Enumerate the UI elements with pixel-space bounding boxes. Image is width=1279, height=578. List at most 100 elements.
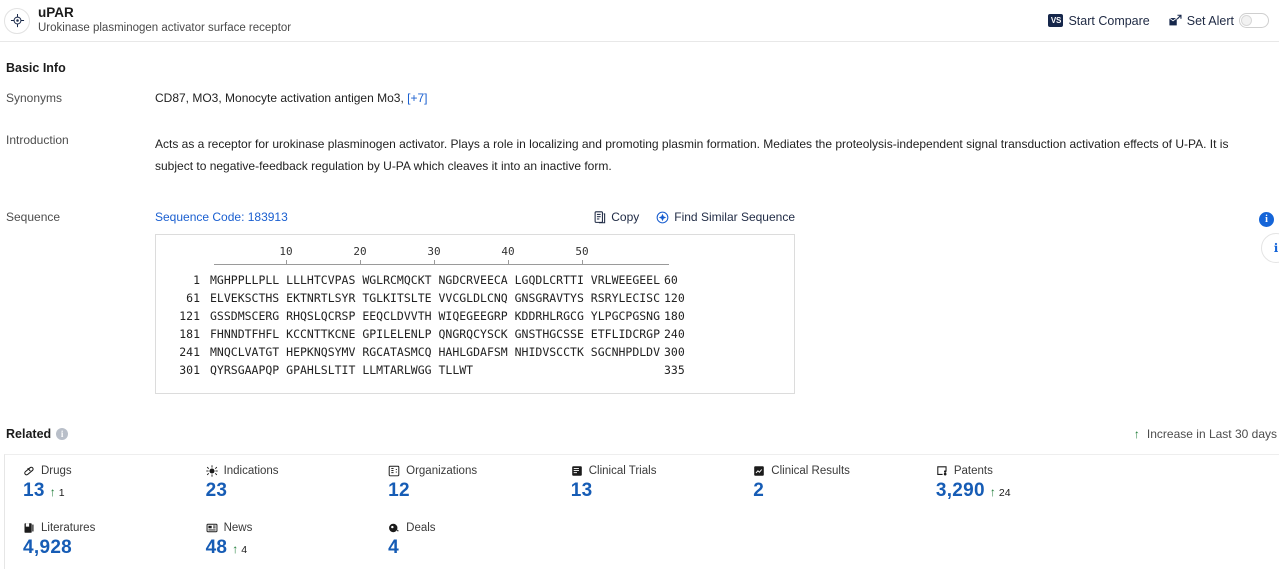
clinical-result-icon xyxy=(753,465,765,477)
ruler-tick-40: 40 xyxy=(501,245,515,258)
vs-icon: VS xyxy=(1048,14,1064,27)
related-bar: Related i ↑ Increase in Last 30 days xyxy=(4,427,1279,441)
ruler-tickmark xyxy=(508,260,509,265)
ruler-tick-30: 30 xyxy=(427,245,441,258)
building-icon xyxy=(388,465,400,477)
stat-head: Organizations xyxy=(388,465,553,477)
stat-head: Literatures xyxy=(23,522,188,534)
up-arrow-icon: ↑ xyxy=(1133,427,1140,441)
ruler-tickmark xyxy=(434,260,435,265)
sequence-line-end: 335 xyxy=(664,363,685,377)
ruler-tickmark xyxy=(360,260,361,265)
sequence-line-end: 180 xyxy=(664,309,685,323)
stat-value: 3,290 xyxy=(935,480,985,501)
basic-info-heading: Basic Info xyxy=(6,61,66,75)
stat-label: Deals xyxy=(406,522,436,534)
sequence-line: 301 QYRSGAAPQP GPAHLSLTIT LLMTARLWGG TLL… xyxy=(166,361,794,379)
up-arrow-icon: ↑ xyxy=(232,542,239,556)
stat-value-row: 3,290 ↑ 24 xyxy=(936,480,1101,502)
stat-value: 13 xyxy=(570,480,593,501)
sequence-line-start: 121 xyxy=(179,309,200,323)
toggle-knob xyxy=(1241,15,1252,26)
stat-card-drugs[interactable]: Drugs 13 ↑ 1 xyxy=(5,455,188,512)
sequence-lines: 1 MGHPPLLPLL LLLHTCVPAS WGLRCMQCKT NGDCR… xyxy=(156,271,794,379)
ruler-tickmark xyxy=(582,260,583,265)
synonyms-value: CD87, MO3, Monocyte activation antigen M… xyxy=(155,91,404,105)
increase-legend-label: Increase in Last 30 days xyxy=(1146,427,1277,441)
news-icon xyxy=(206,522,218,534)
stat-value-row: 23 xyxy=(206,480,371,502)
sequence-code[interactable]: Sequence Code: 183913 xyxy=(155,210,288,224)
stat-head: Clinical Trials xyxy=(571,465,736,477)
header-title-block: uPAR Urokinase plasminogen activator sur… xyxy=(38,5,291,36)
info-circle-icon[interactable]: ℹ xyxy=(1261,233,1279,263)
stat-card-clinical-results[interactable]: Clinical Results 2 xyxy=(735,455,918,512)
stat-card-indications[interactable]: Indications 23 xyxy=(188,455,371,512)
start-compare-button[interactable]: VS Start Compare xyxy=(1048,13,1150,28)
sequence-line: 181 FHNNDTFHFL KCCNTTKCNE GPILELENLP QNG… xyxy=(166,325,794,343)
stat-card-deals[interactable]: Deals 4 xyxy=(370,512,553,569)
stat-value: 4 xyxy=(388,537,400,558)
stat-value-row: 4 xyxy=(388,537,553,559)
stat-delta: 4 xyxy=(241,544,248,556)
sequence-line: 121 GSSDMSCERG RHQSLQCRSP EEQCLDVVTH WIQ… xyxy=(166,307,794,325)
sequence-line-start: 181 xyxy=(179,327,200,341)
sequence-panel: Sequence Code: 183913 Copy Find Similar … xyxy=(155,210,795,394)
stat-label: Drugs xyxy=(41,465,72,477)
synonyms-more-link[interactable]: [+7] xyxy=(407,91,427,105)
stat-value: 2 xyxy=(753,480,765,501)
stat-label: Indications xyxy=(223,465,279,477)
sequence-line-end: 60 xyxy=(664,273,678,287)
sequence-line-start: 1 xyxy=(193,273,200,287)
stat-head: Patents xyxy=(936,465,1101,477)
stat-label: Clinical Trials xyxy=(588,465,657,477)
stat-value: 23 xyxy=(205,480,228,501)
copy-label: Copy xyxy=(611,210,640,224)
sequence-line-residues: QYRSGAAPQP GPAHLSLTIT LLMTARLWGG TLLWT xyxy=(210,363,474,377)
stat-card-patents[interactable]: Patents 3,290 ↑ 24 xyxy=(918,455,1101,512)
page-title: uPAR xyxy=(38,5,74,20)
main-content: Basic Info Synonyms CD87, MO3, Monocyte … xyxy=(0,61,1279,569)
copy-icon xyxy=(594,210,606,224)
sequence-label: Sequence xyxy=(6,210,61,224)
info-badge-icon[interactable]: i xyxy=(1259,212,1274,227)
sequence-line-residues: ELVEKSCTHS EKTNRTLSYR TGLKITSLTE VVCGLDL… xyxy=(210,291,661,305)
start-compare-label: Start Compare xyxy=(1068,13,1150,28)
stat-head: News xyxy=(206,522,371,534)
sequence-line-residues: FHNNDTFHFL KCCNTTKCNE GPILELENLP QNGRQCY… xyxy=(210,327,661,341)
synonyms-value-wrap: CD87, MO3, Monocyte activation antigen M… xyxy=(155,91,428,105)
synonyms-row: Synonyms CD87, MO3, Monocyte activation … xyxy=(4,91,1279,105)
patent-icon xyxy=(936,465,948,477)
info-icon[interactable]: i xyxy=(56,428,69,440)
sequence-line-start: 301 xyxy=(179,363,200,377)
stat-head: Deals xyxy=(388,522,553,534)
ruler-tick-10: 10 xyxy=(279,245,293,258)
stat-label: Literatures xyxy=(41,522,96,534)
stat-label: Patents xyxy=(953,465,993,477)
stat-card-literatures[interactable]: Literatures 4,928 xyxy=(5,512,188,569)
ruler-axis xyxy=(214,264,669,265)
synonyms-label: Synonyms xyxy=(6,91,63,105)
copy-button[interactable]: Copy xyxy=(594,210,639,224)
up-arrow-icon: ↑ xyxy=(49,485,56,499)
introduction-row: Introduction Acts as a receptor for urok… xyxy=(4,133,1279,177)
stat-head: Clinical Results xyxy=(753,465,918,477)
sequence-box: 10 20 30 40 50 1 MGHPPLLPLL LLLHTCVPAS W… xyxy=(155,234,795,394)
ruler-tick-50: 50 xyxy=(575,245,589,258)
stat-value-row: 12 xyxy=(388,480,553,502)
stat-value-row: 13 ↑ 1 xyxy=(23,480,188,502)
set-alert-control[interactable]: Set Alert xyxy=(1168,13,1269,28)
find-similar-sequence-button[interactable]: Find Similar Sequence xyxy=(656,210,795,224)
sequence-line: 1 MGHPPLLPLL LLLHTCVPAS WGLRCMQCKT NGDCR… xyxy=(166,271,794,289)
stat-head: Indications xyxy=(205,465,371,477)
stat-card-organizations[interactable]: Organizations 12 xyxy=(370,455,553,512)
sequence-line-residues: GSSDMSCERG RHQSLQCRSP EEQCLDVVTH WIQEGEE… xyxy=(210,309,661,323)
clinical-trial-icon xyxy=(571,465,583,477)
set-alert-toggle[interactable] xyxy=(1239,13,1269,28)
stat-card-news[interactable]: News 48 ↑ 4 xyxy=(188,512,371,569)
stat-label: News xyxy=(223,522,253,534)
set-alert-label: Set Alert xyxy=(1186,13,1234,28)
stat-card-clinical-trials[interactable]: Clinical Trials 13 xyxy=(553,455,736,512)
sequence-line-end: 300 xyxy=(664,345,685,359)
up-arrow-icon: ↑ xyxy=(989,485,996,499)
